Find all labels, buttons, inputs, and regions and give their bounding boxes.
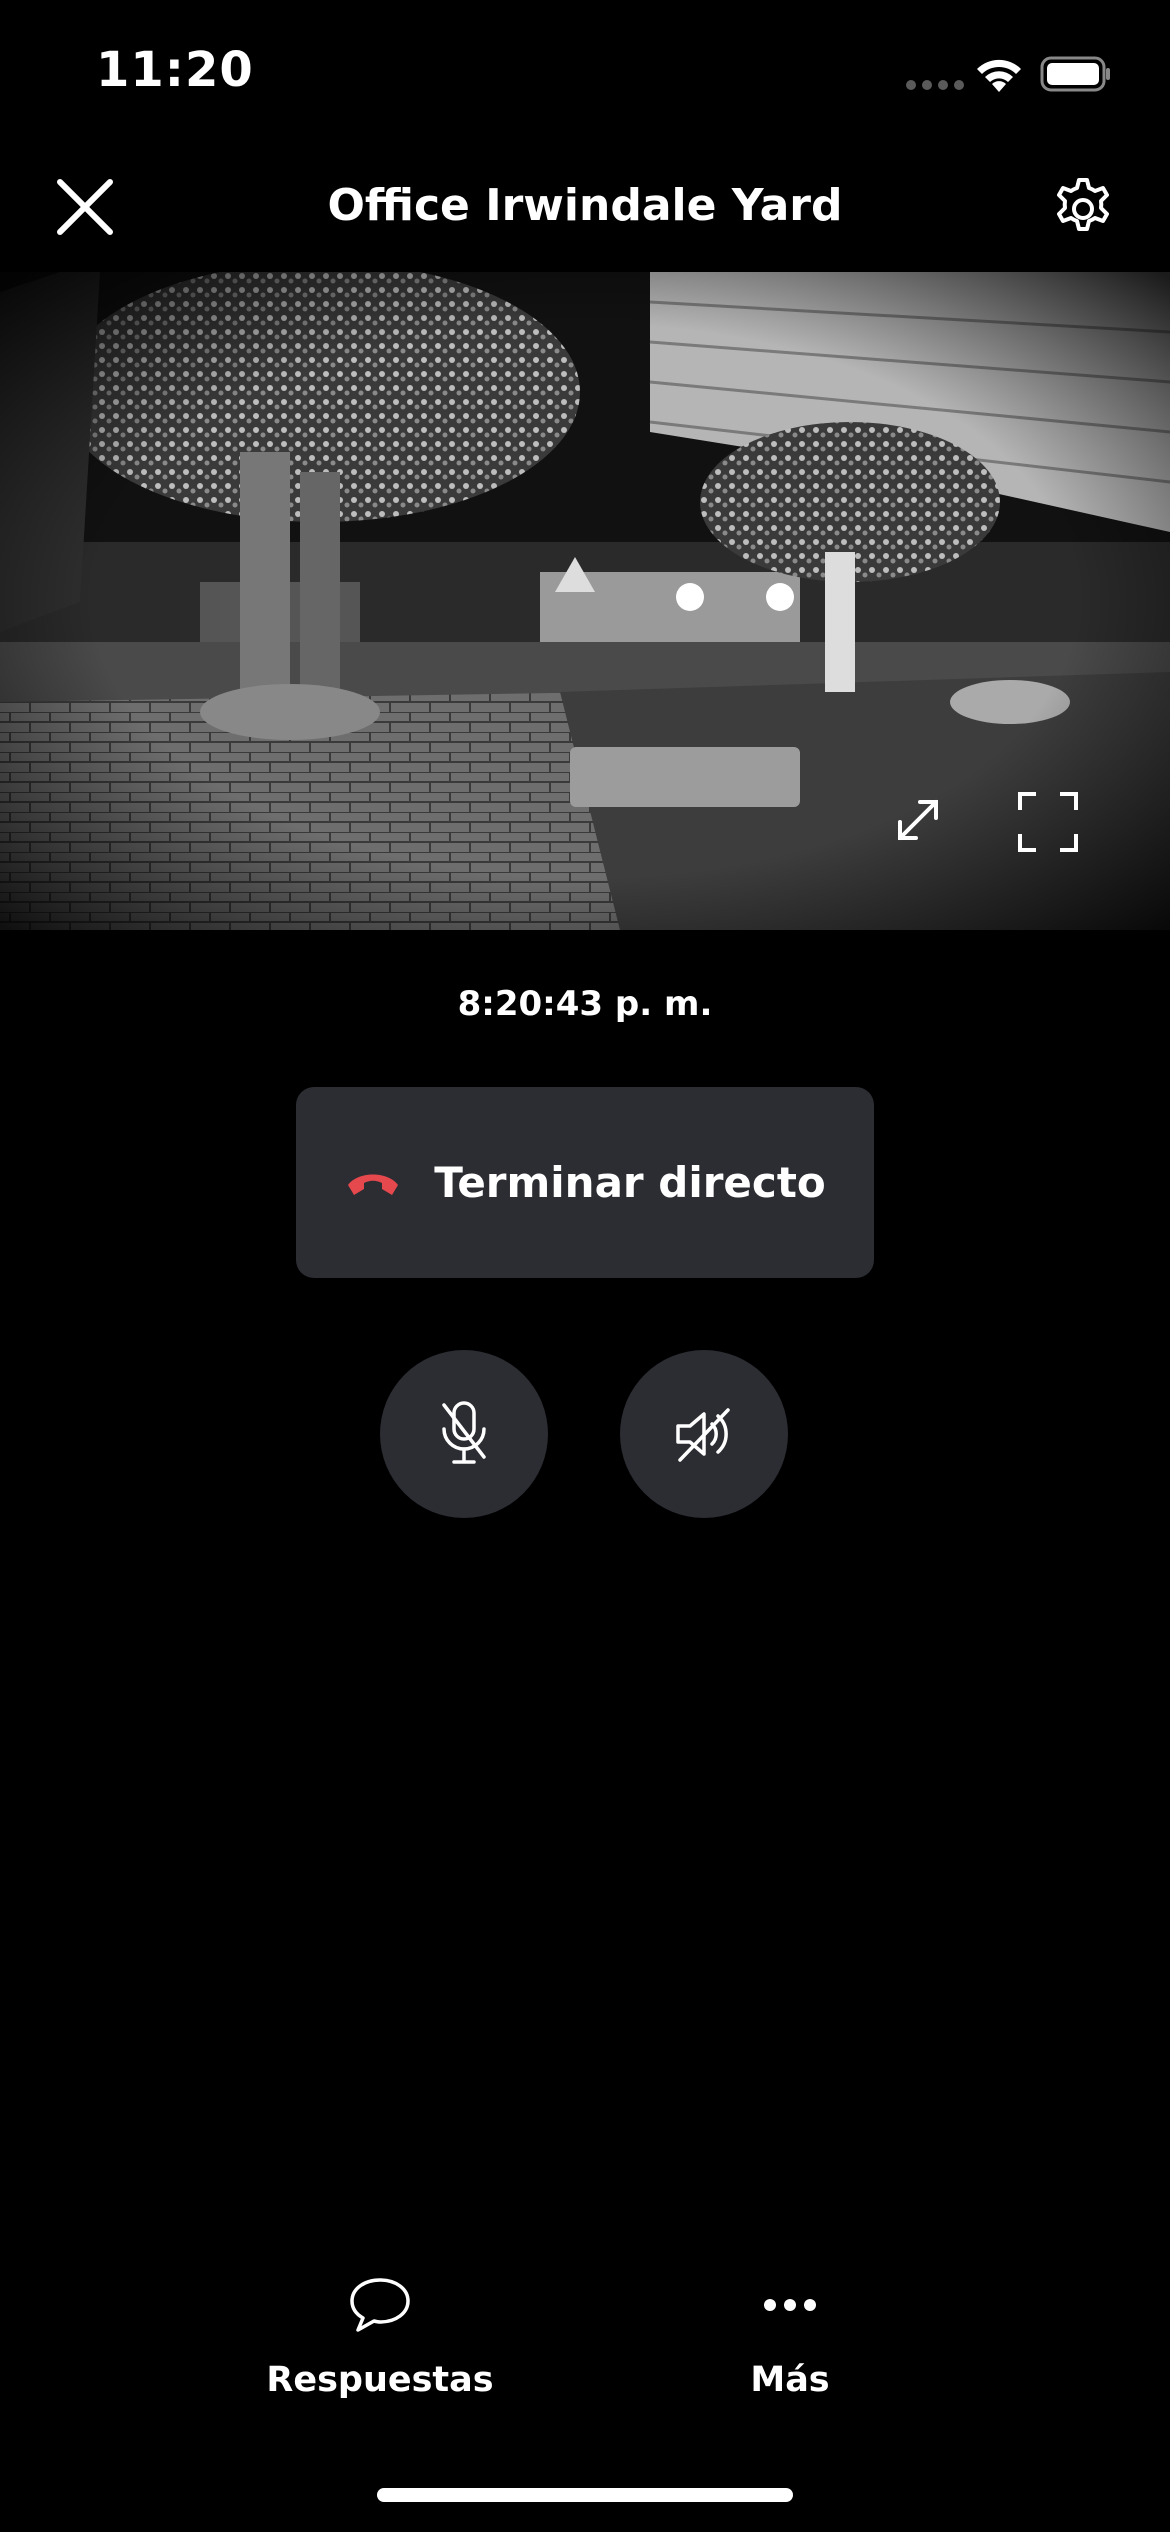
top-nav: Office Irwindale Yard xyxy=(0,150,1170,272)
end-live-button[interactable]: Terminar directo xyxy=(296,1087,874,1278)
chat-bubble-icon xyxy=(350,2278,410,2332)
more-label: Más xyxy=(750,2360,830,2400)
battery-icon xyxy=(1040,56,1110,92)
expand-icon[interactable] xyxy=(888,790,948,850)
fullscreen-icon[interactable] xyxy=(1016,790,1080,854)
gear-icon[interactable] xyxy=(1050,176,1116,242)
close-icon[interactable] xyxy=(50,172,120,242)
replies-label: Respuestas xyxy=(266,2360,494,2400)
signal-dots-icon xyxy=(906,80,964,90)
more-dots-icon xyxy=(764,2299,816,2311)
status-bar: 11:20 xyxy=(0,0,1170,150)
replies-button[interactable]: Respuestas xyxy=(250,2270,510,2400)
wifi-icon xyxy=(977,59,1021,92)
more-button[interactable]: Más xyxy=(660,2270,920,2400)
live-timestamp: 8:20:43 p. m. xyxy=(457,984,713,1024)
page-title: Office Irwindale Yard xyxy=(327,180,843,231)
speaker-toggle-button[interactable] xyxy=(620,1350,788,1518)
mic-off-icon xyxy=(442,1401,486,1464)
home-indicator[interactable] xyxy=(377,2488,793,2502)
camera-scene-image xyxy=(0,272,1170,930)
status-time: 11:20 xyxy=(96,42,254,98)
hang-up-phone-icon xyxy=(348,1174,399,1195)
end-live-label: Terminar directo xyxy=(434,1158,826,1207)
camera-live-view[interactable] xyxy=(0,272,1170,930)
mic-toggle-button[interactable] xyxy=(380,1350,548,1518)
speaker-off-icon xyxy=(676,1408,730,1462)
